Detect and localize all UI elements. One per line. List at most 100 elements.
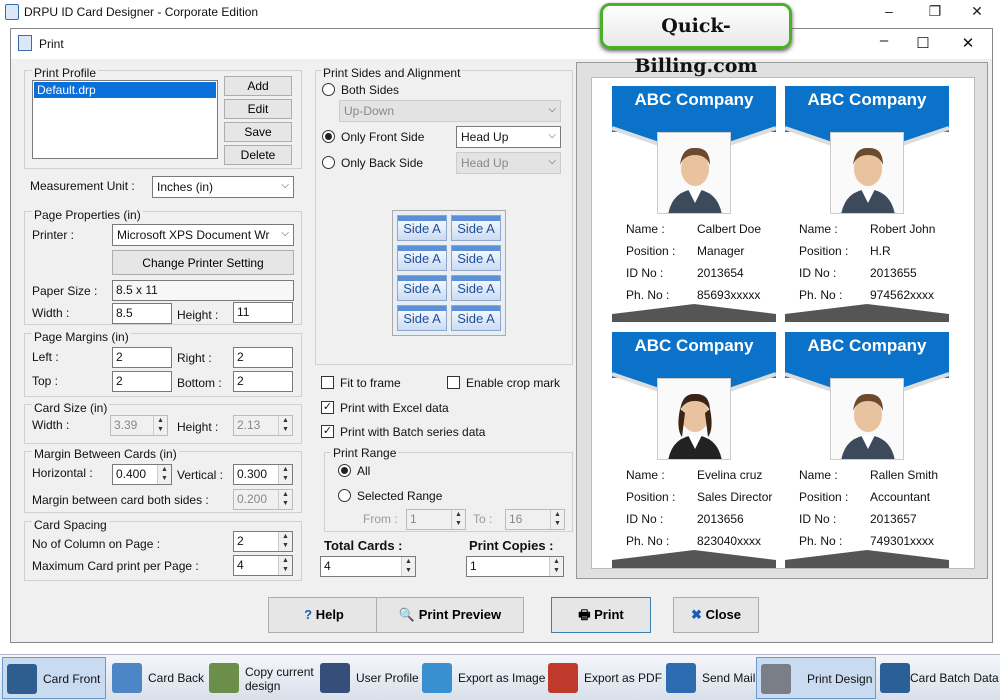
range-to-field: 16 ▲ ▼ — [505, 509, 565, 530]
dialog-minimize-icon[interactable]: – — [869, 32, 899, 49]
max-cards-field[interactable]: 4 ▲ ▼ — [233, 555, 293, 576]
card-photo — [830, 378, 904, 460]
print-dialog: Print – ☐ ✕ Print Profile Default.drp Ad… — [10, 28, 993, 643]
profile-list[interactable]: Default.drp — [32, 80, 218, 159]
change-printer-button[interactable]: Change Printer Setting — [112, 250, 294, 275]
send-mail-tab[interactable]: Send Mail — [662, 657, 755, 699]
minimize-icon[interactable]: – — [874, 3, 904, 19]
margin-left-field[interactable]: 2 — [112, 347, 172, 368]
vertical-margin-field[interactable]: 0.300 ▲ ▼ — [233, 464, 293, 485]
user-profile-tab[interactable]: User Profile — [316, 657, 419, 699]
card-name-label: Name : — [799, 222, 838, 236]
user-profile-icon — [320, 663, 350, 693]
card-name-label: Name : — [799, 468, 838, 482]
dialog-close-icon[interactable]: ✕ — [953, 34, 983, 52]
print-copies-field[interactable]: 1 ▲ ▼ — [466, 556, 564, 577]
print-design-tab[interactable]: Print Design — [756, 657, 876, 699]
margin-left-label: Left : — [32, 350, 59, 364]
card-height-label: Height : — [177, 420, 219, 434]
id-card-preview: ABC Company Name : Robert John Position : H.… — [785, 86, 949, 322]
magnifier-icon: 🔍 — [398, 607, 416, 622]
range-selected-radio[interactable] — [338, 489, 351, 502]
excel-data-checkbox[interactable]: ✓ — [321, 401, 334, 414]
maximize-icon[interactable]: ❐ — [920, 3, 950, 20]
side-a-tile: Side A — [451, 305, 501, 331]
fit-to-frame-checkbox[interactable] — [321, 376, 334, 389]
save-profile-button[interactable]: Save — [224, 122, 292, 142]
horizontal-margin-field[interactable]: 0.400 ▲ ▼ — [112, 464, 172, 485]
copy-design-tab[interactable]: Copy current design — [205, 657, 315, 699]
print-button[interactable]: 🖶 Print — [551, 597, 651, 633]
total-cards-label: Total Cards : — [324, 538, 403, 553]
batch-data-tab[interactable]: Card Batch Data — [876, 657, 1000, 699]
columns-label: No of Column on Page : — [32, 537, 161, 551]
batch-data-checkbox[interactable]: ✓ — [321, 425, 334, 438]
id-card-preview: ABC Company Name : Evelina cruz Position :S… — [612, 332, 776, 568]
margin-bottom-field[interactable]: 2 — [233, 371, 293, 392]
print-dialog-icon — [18, 35, 32, 51]
total-cards-field[interactable]: 4 ▲ ▼ — [320, 556, 416, 577]
card-photo — [830, 132, 904, 214]
card-back-tab[interactable]: Card Back — [108, 657, 204, 699]
columns-field[interactable]: 2 ▲ ▼ — [233, 531, 293, 552]
delete-profile-button[interactable]: Delete — [224, 145, 292, 165]
front-side-radio[interactable] — [322, 130, 335, 143]
card-position-value: Manager — [697, 244, 745, 258]
side-a-tile: Side A — [397, 215, 447, 241]
help-button[interactable]: ? Help — [268, 597, 380, 633]
card-back-icon — [112, 663, 142, 693]
dialog-body: Print Profile Default.drp Add Edit Save … — [11, 59, 992, 642]
card-phone-label: Ph. No : — [799, 288, 843, 302]
page-width-field[interactable]: 8.5 — [112, 303, 172, 324]
card-phone-value: 974562xxxx — [870, 288, 935, 302]
margin-top-field[interactable]: 2 — [112, 371, 172, 392]
printer-select[interactable]: Microsoft XPS Document Wr ⌵ — [112, 224, 294, 246]
print-preview-button[interactable]: 🔍 Print Preview — [376, 597, 524, 633]
page-height-field[interactable]: 11 — [233, 302, 293, 323]
batch-data-label: Print with Batch series data — [340, 425, 486, 439]
page-height-label: Height : — [177, 308, 219, 322]
mail-icon — [666, 663, 696, 693]
id-card-preview: ABC Company Name : Rallen Smith Position :A… — [785, 332, 949, 568]
card-phone-label: Ph. No : — [626, 288, 670, 302]
range-from-label: From : — [363, 512, 398, 526]
paper-size-field[interactable]: 8.5 x 11 — [112, 280, 294, 301]
export-pdf-tab[interactable]: Export as PDF — [544, 657, 662, 699]
measurement-unit-label: Measurement Unit : — [30, 179, 135, 193]
vertical-margin-label: Vertical : — [177, 468, 224, 482]
card-phone-label: Ph. No : — [799, 534, 843, 548]
card-width-label: Width : — [32, 418, 70, 432]
quick-billing-ad[interactable]: Quick-Billing.com — [600, 3, 792, 77]
margin-between-label: Margin Between Cards (in) — [32, 447, 179, 461]
chevron-down-icon: ⌵ — [548, 104, 556, 115]
crop-mark-checkbox[interactable] — [447, 376, 460, 389]
help-icon: ? — [304, 607, 313, 622]
edit-profile-button[interactable]: Edit — [224, 99, 292, 119]
print-range-label: Print Range — [331, 446, 399, 460]
export-image-tab[interactable]: Export as Image — [418, 657, 546, 699]
margin-right-field[interactable]: 2 — [233, 347, 293, 368]
side-a-tile: Side A — [451, 245, 501, 271]
close-button[interactable]: ✖ Close — [673, 597, 759, 633]
profile-list-item[interactable]: Default.drp — [34, 82, 216, 98]
app-title-bar: DRPU ID Card Designer - Corporate Editio… — [0, 0, 1000, 26]
page-properties-label: Page Properties (in) — [32, 208, 143, 222]
front-side-select[interactable]: Head Up ⌵ — [456, 126, 561, 148]
both-sides-radio[interactable] — [322, 83, 335, 96]
back-side-radio[interactable] — [322, 156, 335, 169]
card-id-label: ID No : — [799, 512, 837, 526]
back-side-select: Head Up ⌵ — [456, 152, 561, 174]
both-sides-label: Both Sides — [341, 83, 400, 97]
card-front-tab[interactable]: Card Front — [2, 657, 106, 699]
card-photo — [657, 132, 731, 214]
close-icon[interactable]: ✕ — [962, 3, 992, 20]
dialog-maximize-icon[interactable]: ☐ — [908, 34, 938, 52]
chevron-down-icon: ⌵ — [281, 180, 289, 191]
card-position-label: Position : — [799, 490, 849, 504]
margin-top-label: Top : — [32, 374, 59, 388]
measurement-unit-select[interactable]: Inches (in) ⌵ — [152, 176, 294, 198]
add-profile-button[interactable]: Add — [224, 76, 292, 96]
excel-data-label: Print with Excel data — [340, 401, 449, 415]
card-name-value: Calbert Doe — [697, 222, 762, 236]
range-all-radio[interactable] — [338, 464, 351, 477]
